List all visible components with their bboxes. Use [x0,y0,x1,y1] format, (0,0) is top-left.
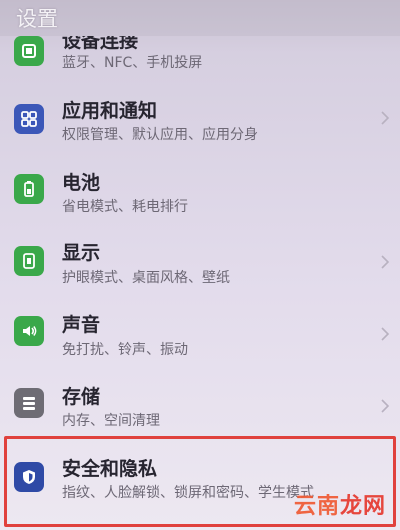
settings-item-storage[interactable]: 存储 内存、空间清理 [0,366,400,432]
chevron-right-icon [379,326,391,342]
settings-item-desc: 省电模式、耗电排行 [62,199,188,215]
speaker-icon [14,316,44,346]
settings-item-display[interactable]: 显示 护眼模式、桌面风格、壁纸 [0,226,400,292]
link-icon [14,36,44,66]
battery-icon [14,174,44,204]
settings-item-desc: 蓝牙、NFC、手机投屏 [62,55,203,71]
settings-item-desc: 权限管理、默认应用、应用分身 [62,127,258,143]
settings-item-label: 存储 [62,386,101,408]
display-icon [14,246,44,276]
settings-item-label: 电池 [62,172,101,194]
settings-item-desc: 护眼模式、桌面风格、壁纸 [62,270,230,286]
settings-item-label: 显示 [62,242,101,264]
chevron-right-icon [379,110,391,126]
settings-item-sound[interactable]: 声音 免打扰、铃声、振动 [0,296,400,362]
chevron-right-icon [379,398,391,414]
chevron-right-icon [379,254,391,270]
grid-apps-icon [14,104,44,134]
settings-item-label: 应用和通知 [62,100,158,122]
watermark-text-1: 云南 [293,494,340,519]
settings-item-battery[interactable]: 电池 省电模式、耗电排行 [0,156,400,222]
watermark-text-2: 龙网 [339,494,386,519]
settings-item-desc: 内存、空间清理 [62,413,160,429]
settings-item-apps-notifications[interactable]: 应用和通知 权限管理、默认应用、应用分身 [0,86,400,152]
settings-item-desc: 免打扰、铃声、振动 [62,342,188,358]
settings-item-label: 声音 [62,314,101,336]
watermark-logo: 云南龙网 [294,488,386,520]
storage-icon [14,388,44,418]
top-bar: 设置 [0,0,400,36]
page-title: 设置 [16,7,58,31]
